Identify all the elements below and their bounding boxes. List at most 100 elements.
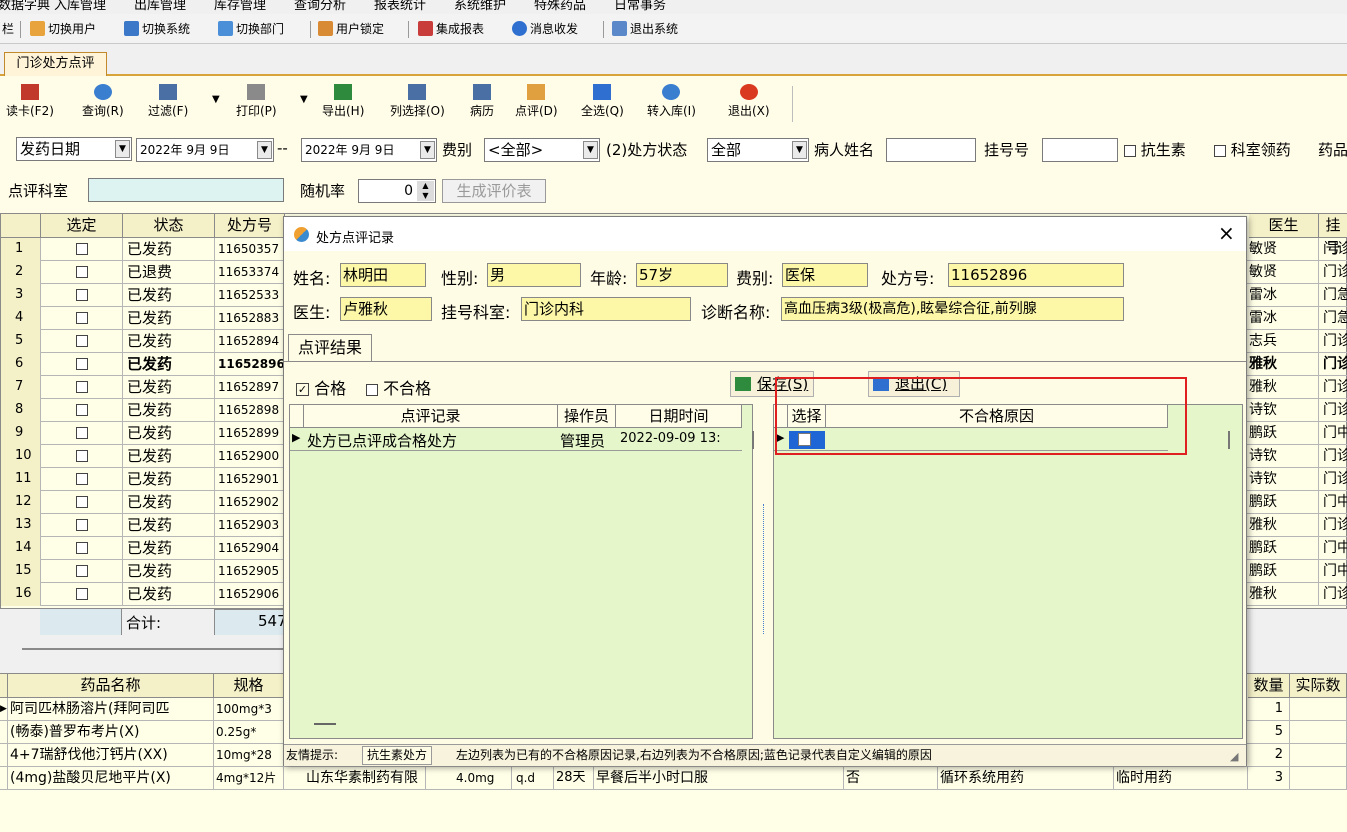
row-select-checkbox[interactable] xyxy=(41,583,123,606)
left-vertical-scrollbar[interactable] xyxy=(752,431,754,449)
row-number: 10 xyxy=(1,445,41,468)
col-header-operator[interactable]: 操作员 xyxy=(558,405,616,428)
row-pointer-icon: ▶ xyxy=(292,431,301,444)
user-lock-button[interactable]: 用户锁定 xyxy=(318,20,384,37)
row-select-checkbox[interactable] xyxy=(41,537,123,560)
date-to-picker[interactable]: 2022年 9月 9日 ▼ xyxy=(301,138,437,162)
row-select-checkbox[interactable] xyxy=(41,422,123,445)
left-horizontal-scrollbar[interactable] xyxy=(314,723,336,725)
col-header-actual[interactable]: 实际数 xyxy=(1290,674,1347,698)
switch-system-button[interactable]: 切换系统 xyxy=(124,20,190,37)
fail-checkbox[interactable]: 不合格 xyxy=(366,375,431,399)
col-header-rx-no[interactable]: 处方号 xyxy=(215,214,285,238)
read-card-button[interactable]: 读卡(F2) xyxy=(6,84,54,119)
menu-item[interactable]: 库存管理 xyxy=(214,0,266,13)
row-number: 16 xyxy=(1,583,41,606)
card-reader-icon xyxy=(20,84,39,100)
col-header-select[interactable]: 选定 xyxy=(41,214,123,238)
col-header-qty[interactable]: 数量 xyxy=(1248,674,1290,698)
row-select-checkbox[interactable] xyxy=(41,468,123,491)
fee-select[interactable]: <全部> ▼ xyxy=(484,138,600,162)
row-select-checkbox[interactable] xyxy=(41,284,123,307)
col-header-spec[interactable]: 规格 xyxy=(214,674,284,698)
name-label: 姓名: xyxy=(293,269,331,288)
col-header-drug-name[interactable]: 药品名称 xyxy=(8,674,214,698)
tab-outpatient-review[interactable]: 门诊处方点评 xyxy=(4,52,107,76)
messages-button[interactable]: 消息收发 xyxy=(512,20,578,37)
review-button[interactable]: 点评(D) xyxy=(515,84,558,119)
horizontal-scrollbar[interactable] xyxy=(22,648,284,650)
transfer-in-button[interactable]: 转入库(I) xyxy=(647,84,696,119)
generate-evaluation-button[interactable]: 生成评价表 xyxy=(442,179,546,203)
checkbox-icon xyxy=(75,542,88,554)
date-from-picker[interactable]: 2022年 9月 9日 ▼ xyxy=(136,138,274,162)
checkbox-icon xyxy=(75,519,88,531)
row-select-checkbox[interactable] xyxy=(41,514,123,537)
switch-user-button[interactable]: 切换用户 xyxy=(30,20,96,37)
row-select-checkbox[interactable] xyxy=(41,330,123,353)
filter-button[interactable]: 过滤(F) xyxy=(148,84,188,119)
switch-dept-button[interactable]: 切换部门 xyxy=(218,20,284,37)
row-status: 已发药 xyxy=(123,468,215,491)
registration-input[interactable] xyxy=(1042,138,1118,162)
pass-checkbox[interactable]: ✓ 合格 xyxy=(296,375,346,399)
row-select-checkbox[interactable] xyxy=(41,491,123,514)
exit-system-button[interactable]: 退出系统 xyxy=(612,20,678,37)
query-button[interactable]: 查询(R) xyxy=(82,84,124,119)
export-button[interactable]: 导出(H) xyxy=(322,84,364,119)
col-header-datetime[interactable]: 日期时间 xyxy=(616,405,742,428)
patient-name-input[interactable] xyxy=(886,138,976,162)
menu-item[interactable]: 报表统计 xyxy=(374,0,426,13)
status-tip-label: 友情提示: xyxy=(286,748,339,762)
menu-item[interactable]: 数据字典 xyxy=(0,0,50,13)
integrated-report-button[interactable]: 集成报表 xyxy=(418,20,484,37)
antibiotic-checkbox[interactable]: 抗生素 xyxy=(1124,139,1186,160)
exit-button[interactable]: 退出(X) xyxy=(728,84,770,119)
col-header-review-record[interactable]: 点评记录 xyxy=(304,405,558,428)
row-doctor: 鹏跃 xyxy=(1249,560,1319,583)
select-all-button[interactable]: 全选(Q) xyxy=(581,84,624,119)
dialog-status-bar: 友情提示: 抗生素处方 左边列表为已有的不合格原因记录,右边列表为不合格原因;蓝… xyxy=(284,744,1246,766)
print-button[interactable]: 打印(P) xyxy=(236,84,277,119)
checkbox-icon xyxy=(366,383,378,396)
col-header-doctor[interactable]: 医生 xyxy=(1249,214,1319,238)
menu-item[interactable]: 查询分析 xyxy=(294,0,346,13)
column-select-button[interactable]: 列选择(O) xyxy=(390,84,445,119)
row-select-checkbox[interactable] xyxy=(41,376,123,399)
row-select-checkbox[interactable] xyxy=(41,238,123,261)
review-dept-input[interactable] xyxy=(88,178,284,202)
right-vertical-scrollbar[interactable] xyxy=(1228,431,1230,449)
menu-item[interactable]: 特殊药品 xyxy=(534,0,586,13)
menu-item[interactable]: 日常事务 xyxy=(614,0,666,13)
rx-status-select[interactable]: 全部 ▼ xyxy=(707,138,809,162)
menu-item[interactable]: 出库管理 xyxy=(134,0,186,13)
filter-dropdown-arrow[interactable]: ▼ xyxy=(212,94,220,105)
row-reg: 门诊 xyxy=(1319,445,1347,468)
spinner-arrows-icon[interactable]: ▲ ▼ xyxy=(417,181,434,201)
row-select-checkbox[interactable] xyxy=(41,560,123,583)
row-rx-no: 11652901 xyxy=(215,468,285,491)
menu-item[interactable]: 系统维护 xyxy=(454,0,506,13)
dept-collect-checkbox[interactable]: 科室领药 xyxy=(1214,139,1291,160)
medical-record-button[interactable]: 病历 xyxy=(470,84,494,119)
close-icon[interactable]: × xyxy=(1218,221,1235,245)
random-rate-spinner[interactable]: 0 ▲ ▼ xyxy=(358,179,436,203)
row-select-checkbox[interactable] xyxy=(41,353,123,376)
row-doctor: 鹏跃 xyxy=(1249,537,1319,560)
row-select-checkbox[interactable] xyxy=(41,445,123,468)
row-select-checkbox[interactable] xyxy=(41,261,123,284)
pane-splitter[interactable] xyxy=(757,404,773,739)
drug-row[interactable]: (4mg)盐酸贝尼地平片(X) 4mg*12片 山东华素制药有限 4.0mg q.d 28… xyxy=(0,767,1347,790)
menu-item[interactable]: 入库管理 xyxy=(54,0,106,13)
review-record-row[interactable]: ▶ 处方已点评成合格处方 管理员 2022-09-09 13: xyxy=(290,428,742,451)
drug-flag: 否 xyxy=(844,767,938,790)
resize-grip-icon[interactable]: ◢ xyxy=(1230,747,1238,767)
col-header-reg[interactable]: 挂号 xyxy=(1319,214,1347,257)
row-select-checkbox[interactable] xyxy=(41,399,123,422)
row-select-checkbox[interactable] xyxy=(41,307,123,330)
tab-strip xyxy=(0,44,1347,76)
col-header-status[interactable]: 状态 xyxy=(123,214,215,238)
date-type-select[interactable]: 发药日期 ▼ xyxy=(16,137,132,161)
tab-review-result[interactable]: 点评结果 xyxy=(288,334,372,361)
print-dropdown-arrow[interactable]: ▼ xyxy=(300,94,308,105)
